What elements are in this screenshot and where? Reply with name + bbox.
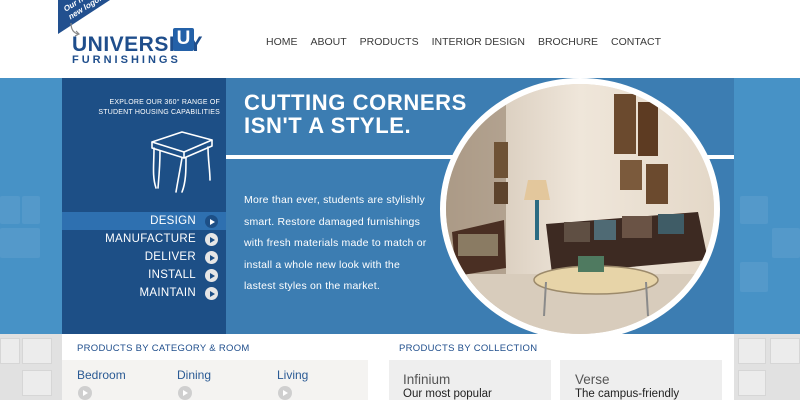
menu-item-maintain[interactable]: MAINTAIN <box>62 284 226 302</box>
collection-desc: Our most popular <box>403 388 492 400</box>
bg-tile <box>22 338 52 364</box>
capabilities-menu: DESIGN MANUFACTURE DELIVER INSTALL MAINT… <box>62 212 226 302</box>
body-line: smart. Restore damaged furnishings <box>244 215 421 228</box>
body-line: install a whole new look with the <box>244 258 401 271</box>
play-circle-icon <box>205 287 218 300</box>
collection-name: Verse <box>575 372 610 387</box>
menu-item-label: DELIVER <box>144 251 196 263</box>
nav-interior-design[interactable]: INTERIOR DESIGN <box>432 36 525 48</box>
living-room-illustration <box>446 84 714 334</box>
menu-item-install[interactable]: INSTALL <box>62 266 226 284</box>
body-line: with fresh materials made to match or <box>244 237 427 249</box>
bg-tile <box>22 196 40 224</box>
hero-headline: CUTTING CORNERS ISN'T A STYLE. <box>244 91 467 137</box>
logo-wordmark-furnishings: FURNISHINGS <box>72 54 181 66</box>
category-dining[interactable]: Dining <box>177 368 211 382</box>
capabilities-tagline: EXPLORE OUR 360° RANGE OF STUDENT HOUSIN… <box>70 98 220 118</box>
headline-line: ISN'T A STYLE. <box>244 113 412 138</box>
body-line: lastest styles on the market. <box>244 280 380 292</box>
collection-name: Infinium <box>403 372 451 387</box>
tagline-line: STUDENT HOUSING CAPABILITIES <box>98 109 220 116</box>
body-line: More than ever, students are stylishly <box>244 194 425 206</box>
play-circle-icon[interactable] <box>78 386 92 400</box>
nav-home[interactable]: HOME <box>266 36 298 48</box>
menu-item-manufacture[interactable]: MANUFACTURE <box>62 230 226 248</box>
collection-desc: The campus-friendly <box>575 388 680 400</box>
menu-item-label: INSTALL <box>148 269 196 281</box>
play-circle-icon <box>205 233 218 246</box>
top-navigation: HOME ABOUT PRODUCTS INTERIOR DESIGN BROC… <box>266 36 674 48</box>
bg-tile <box>738 370 766 396</box>
menu-item-label: MANUFACTURE <box>105 233 196 245</box>
nav-contact[interactable]: CONTACT <box>611 36 661 48</box>
menu-item-label: DESIGN <box>150 215 196 227</box>
menu-item-label: MAINTAIN <box>139 287 196 299</box>
bg-tile <box>772 228 800 258</box>
category-heading: PRODUCTS BY CATEGORY & ROOM <box>77 343 250 354</box>
bg-tile <box>740 262 768 292</box>
bg-tile <box>0 196 20 224</box>
menu-item-design[interactable]: DESIGN <box>62 212 226 230</box>
logo-u-badge: U <box>173 28 194 51</box>
tagline-line: EXPLORE OUR 360° RANGE OF <box>109 99 220 106</box>
bg-tile <box>738 338 766 364</box>
play-circle-icon <box>205 251 218 264</box>
new-logo-ribbon[interactable]: Our new new logo! <box>58 0 118 34</box>
living-room-photo <box>440 78 720 340</box>
bg-tile <box>0 228 40 258</box>
play-circle-icon <box>205 269 218 282</box>
bg-tile <box>740 196 768 224</box>
nav-products[interactable]: PRODUCTS <box>360 36 419 48</box>
bg-tile <box>0 338 20 364</box>
stool-line-icon <box>151 131 213 193</box>
menu-item-deliver[interactable]: DELIVER <box>62 248 226 266</box>
nav-about[interactable]: ABOUT <box>311 36 347 48</box>
headline-line: CUTTING CORNERS <box>244 90 467 115</box>
nav-brochure[interactable]: BROCHURE <box>538 36 598 48</box>
bg-tile <box>22 370 52 396</box>
site-header: Our new new logo! UNIVERSITY U FURNISHIN… <box>0 0 800 78</box>
collection-heading: PRODUCTS BY COLLECTION <box>399 343 538 354</box>
play-circle-icon[interactable] <box>178 386 192 400</box>
hero-body-text: More than ever, students are stylishly s… <box>244 190 444 298</box>
play-circle-icon <box>205 215 218 228</box>
play-circle-icon[interactable] <box>278 386 292 400</box>
category-bedroom[interactable]: Bedroom <box>77 368 126 382</box>
bg-tile <box>770 338 800 364</box>
category-living[interactable]: Living <box>277 368 308 382</box>
